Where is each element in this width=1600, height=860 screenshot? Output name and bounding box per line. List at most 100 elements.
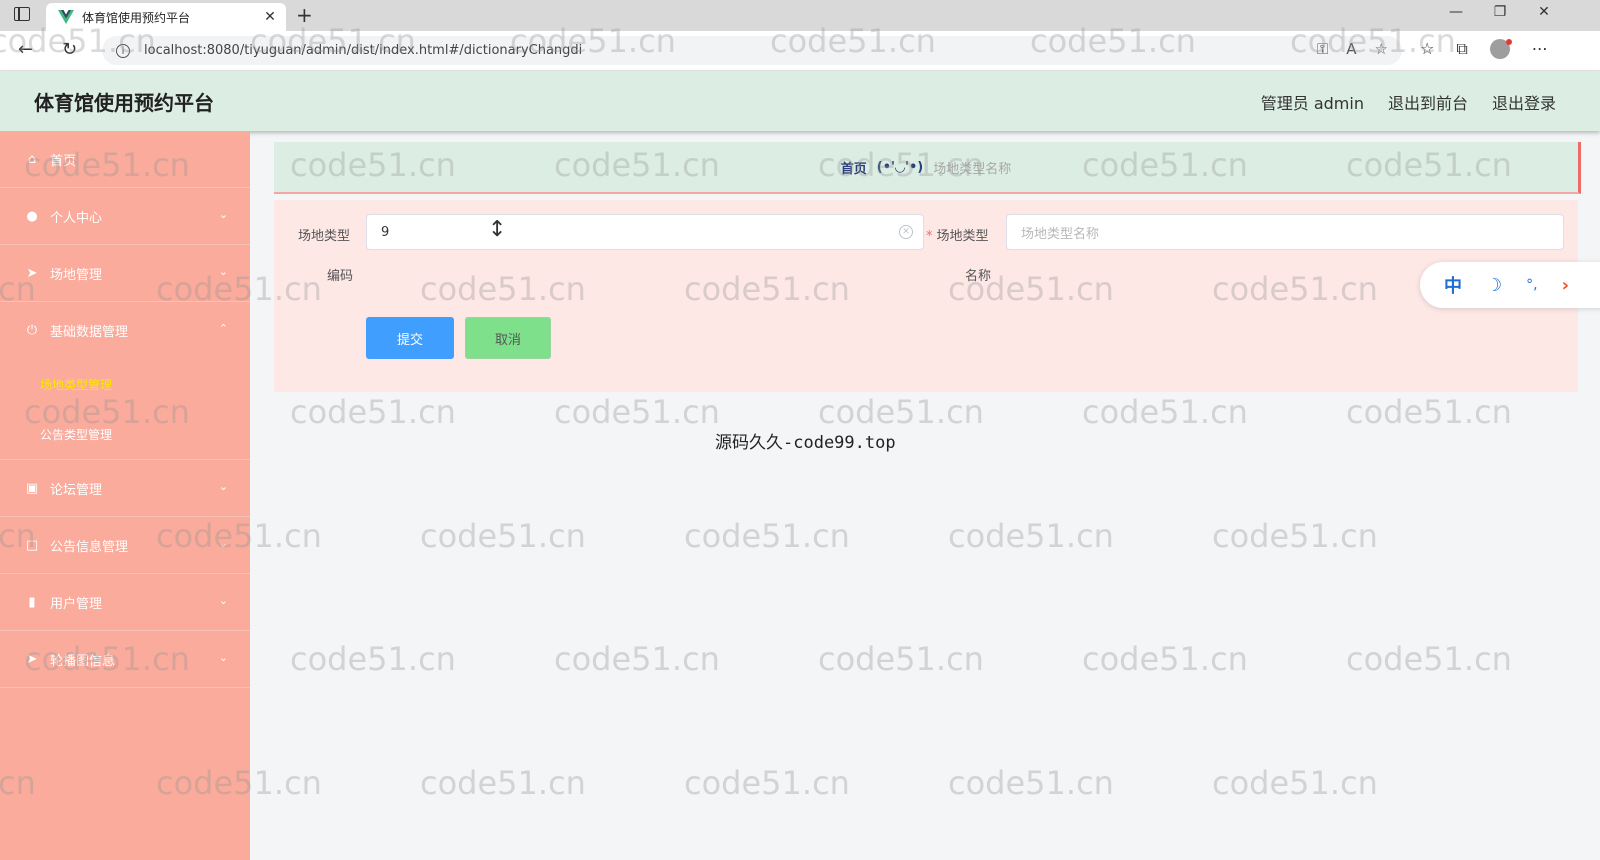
breadcrumb-current: 场地类型名称: [933, 161, 1012, 177]
tab-actions-icon[interactable]: [14, 7, 30, 21]
moon-icon[interactable]: ☽: [1486, 275, 1502, 296]
site-info-icon[interactable]: i: [116, 43, 130, 58]
logout-link[interactable]: 退出登录: [1492, 90, 1556, 114]
clipboard-icon: ▣: [25, 480, 39, 496]
chevron-down-icon: ⌄: [218, 208, 228, 221]
name-field-label: * 场地类型: [926, 225, 989, 244]
sidebar-item-label: 轮播图信息: [50, 653, 116, 669]
chevron-down-icon: ⌄: [218, 480, 228, 493]
sidebar-item-home[interactable]: ⌂ 首页: [0, 131, 250, 188]
new-tab-icon[interactable]: +: [296, 3, 313, 27]
watermark-text: code51.cn: [290, 640, 456, 678]
watermark-text: code51.cn: [818, 640, 984, 678]
watermark-text: code51.cn: [1212, 517, 1378, 555]
sidebar-subitem-venue-type[interactable]: 场地类型管理: [0, 359, 250, 409]
watermark-text: code51.cn: [948, 764, 1114, 802]
sidebar-item-notices[interactable]: □ 公告信息管理 ⌄: [0, 517, 250, 574]
restore-icon[interactable]: ❐: [1490, 4, 1510, 20]
chevron-down-icon: ⌄: [218, 537, 228, 550]
watermark-text: code51.cn: [420, 764, 586, 802]
browser-tabstrip: 体育馆使用预约平台 ✕ + — ❐ ✕: [0, 0, 1600, 31]
window-close-icon[interactable]: ✕: [1534, 4, 1554, 20]
code-field-label: 场地类型: [298, 229, 351, 244]
watermark-text: code51.cn: [1082, 393, 1248, 431]
sidebar-item-users[interactable]: ▮ 用户管理 ⌄: [0, 574, 250, 631]
favorites-icon[interactable]: ☆: [1420, 39, 1434, 59]
clear-input-icon[interactable]: ✕: [899, 225, 913, 239]
sidebar-item-label: 用户管理: [50, 596, 103, 612]
tab-title: 体育馆使用预约平台: [82, 10, 191, 25]
submit-button[interactable]: 提交: [366, 317, 454, 359]
sidebar-item-label: 论坛管理: [50, 482, 103, 498]
required-asterisk: *: [926, 229, 933, 244]
chevron-down-icon: ⌄: [218, 265, 228, 278]
footer-text: 源码久久-code99.top: [715, 433, 896, 453]
name-input[interactable]: 场地类型名称: [1006, 214, 1564, 250]
breadcrumb-home[interactable]: 首页: [841, 158, 867, 177]
user-icon: ●: [26, 208, 38, 224]
sidebar-item-profile[interactable]: ● 个人中心 ⌄: [0, 188, 250, 245]
chevron-down-icon: ⌄: [218, 594, 228, 607]
sidebar-item-venue[interactable]: ➤ 场地管理 ⌄: [0, 245, 250, 302]
ime-toolbar: 中 ☽ °, ›: [1420, 262, 1600, 308]
minimize-icon[interactable]: —: [1446, 4, 1466, 20]
chevron-right-icon[interactable]: ›: [1562, 275, 1569, 296]
watermark-text: code51.cn: [684, 517, 850, 555]
sidebar-item-basic-data[interactable]: ⏻ 基础数据管理 ⌃: [0, 302, 250, 359]
sidebar-item-forum[interactable]: ▣ 论坛管理 ⌄: [0, 460, 250, 517]
browser-toolbar: ← ↻ i localhost:8080/tiyuguan/admin/dist…: [0, 31, 1600, 71]
more-menu-icon[interactable]: ⋯: [1532, 39, 1548, 59]
watermark-text: code51.cn: [554, 640, 720, 678]
sidebar-item-label: 个人中心: [50, 210, 103, 226]
cancel-button[interactable]: 取消: [465, 317, 551, 359]
watermark-text: code51.cn: [1082, 640, 1248, 678]
watermark-text: code51.cn: [1346, 393, 1512, 431]
key-icon[interactable]: ⚿: [1317, 40, 1328, 58]
address-bar[interactable]: i localhost:8080/tiyuguan/admin/dist/ind…: [102, 36, 1402, 65]
vue-logo-icon: [58, 10, 74, 24]
sidebar: ⌂ 首页 ● 个人中心 ⌄ ➤ 场地管理 ⌄ ⏻ 基础数据管理 ⌃ 场地类型管理…: [0, 131, 250, 860]
url-text[interactable]: localhost:8080/tiyuguan/admin/dist/index…: [144, 43, 582, 58]
watermark-text: code51.cn: [420, 517, 586, 555]
reload-icon[interactable]: ↻: [62, 39, 77, 60]
send-icon: ➤: [26, 265, 38, 281]
close-tab-icon[interactable]: ✕: [260, 9, 280, 25]
square-icon: □: [25, 537, 39, 553]
mouse-cursor-icon: ↕: [488, 217, 507, 242]
watermark-text: code51.cn: [948, 517, 1114, 555]
sidebar-item-label: 基础数据管理: [50, 325, 129, 340]
app-header: 体育馆使用预约平台 管理员 admin 退出到前台 退出登录: [0, 71, 1600, 131]
punctuation-icon[interactable]: °,: [1526, 277, 1537, 293]
power-icon: ⏻: [26, 323, 38, 338]
home-icon: ⌂: [27, 151, 37, 167]
add-favorite-icon[interactable]: ☆: [1375, 40, 1388, 58]
watermark-text: code51.cn: [818, 393, 984, 431]
watermark-text: code51.cn: [554, 393, 720, 431]
ime-chinese-mode[interactable]: 中: [1444, 272, 1462, 298]
breadcrumb-separator: (•'◡'•): [876, 159, 924, 175]
name-field-label-suffix: 名称: [965, 269, 992, 284]
app-title: 体育馆使用预约平台: [34, 91, 214, 115]
watermark-text: code51.cn: [684, 764, 850, 802]
code-input[interactable]: 9 ✕: [366, 214, 924, 250]
name-input-placeholder: 场地类型名称: [1021, 226, 1100, 242]
exit-to-frontend-link[interactable]: 退出到前台: [1388, 90, 1468, 114]
admin-user-label: 管理员 admin: [1260, 94, 1364, 113]
sidebar-item-label: 场地管理: [50, 267, 103, 283]
watermark-text: code51.cn: [1212, 764, 1378, 802]
watermark-text: code51.cn: [1346, 640, 1512, 678]
chevron-up-icon: ⌃: [218, 322, 228, 335]
code-field-label-suffix: 编码: [327, 269, 354, 284]
collections-icon[interactable]: ⧉: [1456, 39, 1467, 59]
browser-tab[interactable]: 体育馆使用预约平台 ✕: [46, 3, 286, 31]
code-input-value: 9: [381, 224, 390, 240]
back-icon[interactable]: ←: [18, 39, 33, 60]
read-aloud-icon[interactable]: A: [1346, 40, 1356, 58]
chevron-down-icon: ⌄: [218, 651, 228, 664]
watermark-text: code51.cn: [290, 393, 456, 431]
sidebar-subitem-notice-type[interactable]: 公告类型管理: [0, 409, 250, 460]
sidebar-item-carousel[interactable]: ➤ 轮播图信息 ⌄: [0, 631, 250, 688]
breadcrumb: 首页 (•'◡'•) 场地类型名称: [274, 142, 1581, 194]
sidebar-item-label: 公告信息管理: [50, 539, 129, 555]
profile-avatar-icon[interactable]: [1489, 39, 1512, 59]
